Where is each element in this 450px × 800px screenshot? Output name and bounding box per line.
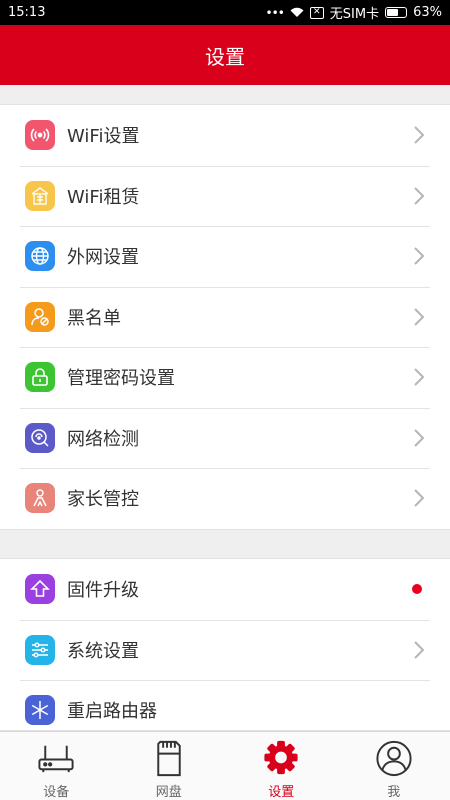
tab-label: 设备 bbox=[43, 785, 70, 800]
menu-item-system-settings[interactable]: 系统设置 bbox=[0, 619, 450, 681]
chevron-right-icon bbox=[414, 489, 425, 507]
lock-icon bbox=[25, 362, 55, 393]
chevron-right-icon bbox=[414, 641, 425, 659]
gear-icon bbox=[264, 740, 298, 775]
menu-item-label: 系统设置 bbox=[67, 640, 139, 662]
wifi-signal-icon bbox=[25, 120, 55, 151]
tab-label: 网盘 bbox=[155, 785, 182, 800]
tab-settings[interactable]: 设置 bbox=[225, 732, 338, 800]
carrier-text: 无SIM卡 bbox=[329, 7, 380, 22]
update-badge-dot bbox=[412, 584, 422, 595]
page-header: 设置 bbox=[0, 25, 450, 85]
router-icon bbox=[38, 745, 74, 773]
menu-item-wan-settings[interactable]: 外网设置 bbox=[0, 226, 450, 287]
menu-item-label: 管理密码设置 bbox=[67, 368, 175, 390]
menu-item-firmware-upgrade[interactable]: 固件升级 bbox=[0, 559, 450, 620]
wifi-status-icon bbox=[290, 7, 304, 17]
tab-label: 我 bbox=[387, 785, 401, 800]
tab-devices[interactable]: 设备 bbox=[0, 732, 113, 800]
rent-icon bbox=[25, 180, 55, 211]
tab-me[interactable]: 我 bbox=[338, 732, 450, 800]
menu-item-wifi-rent[interactable]: WiFi租赁 bbox=[0, 165, 450, 227]
notification-dots-icon: ••• bbox=[265, 5, 285, 20]
menu-item-admin-password[interactable]: 管理密码设置 bbox=[0, 347, 450, 408]
user-block-icon bbox=[25, 301, 55, 332]
chevron-right-icon bbox=[414, 187, 425, 205]
tab-label: 设置 bbox=[268, 785, 295, 800]
chevron-right-icon bbox=[414, 429, 425, 447]
parent-control-icon bbox=[25, 483, 55, 514]
menu-item-label: 网络检测 bbox=[67, 428, 139, 450]
menu-item-blacklist[interactable]: 黑名单 bbox=[0, 286, 450, 348]
no-sim-icon: ✕ bbox=[309, 6, 324, 19]
menu-item-label: 黑名单 bbox=[67, 307, 121, 329]
menu-item-label: WiFi设置 bbox=[67, 126, 140, 148]
menu-item-label: 外网设置 bbox=[67, 247, 139, 269]
network-check-icon bbox=[25, 422, 55, 453]
settings-group-main: WiFi设置 WiFi租赁 外网设置 黑名单 管理密码设置 网络检测 家长管控 bbox=[0, 104, 450, 530]
chevron-right-icon bbox=[414, 126, 425, 144]
page-title: 设置 bbox=[205, 44, 245, 69]
bottom-tab-bar: 设备 网盘 设置 我 bbox=[0, 731, 450, 800]
restart-icon bbox=[25, 695, 55, 726]
globe-icon bbox=[25, 241, 55, 272]
chevron-right-icon bbox=[414, 368, 425, 386]
profile-icon bbox=[376, 740, 412, 777]
tab-cloud-disk[interactable]: 网盘 bbox=[113, 732, 226, 800]
status-time: 15:13 bbox=[8, 5, 46, 20]
menu-item-parental-control[interactable]: 家长管控 bbox=[0, 468, 450, 529]
menu-item-label: 重启路由器 bbox=[67, 701, 157, 723]
chevron-right-icon bbox=[414, 308, 425, 326]
menu-item-label: WiFi租赁 bbox=[67, 186, 140, 208]
upgrade-icon bbox=[25, 574, 55, 605]
battery-percent: 63% bbox=[413, 5, 442, 20]
menu-item-restart-router[interactable]: 重启路由器 bbox=[0, 680, 450, 730]
sliders-icon bbox=[25, 634, 55, 665]
menu-item-label: 固件升级 bbox=[67, 580, 139, 602]
menu-item-network-check[interactable]: 网络检测 bbox=[0, 407, 450, 469]
settings-group-system: 固件升级 系统设置 重启路由器 bbox=[0, 558, 450, 731]
menu-item-label: 家长管控 bbox=[67, 489, 139, 511]
chevron-right-icon bbox=[414, 247, 425, 265]
status-bar: 15:13 ••• ✕ 无SIM卡 63% bbox=[0, 0, 450, 25]
menu-item-wifi-settings[interactable]: WiFi设置 bbox=[0, 105, 450, 166]
sd-card-icon bbox=[157, 740, 181, 777]
battery-icon bbox=[385, 7, 408, 18]
